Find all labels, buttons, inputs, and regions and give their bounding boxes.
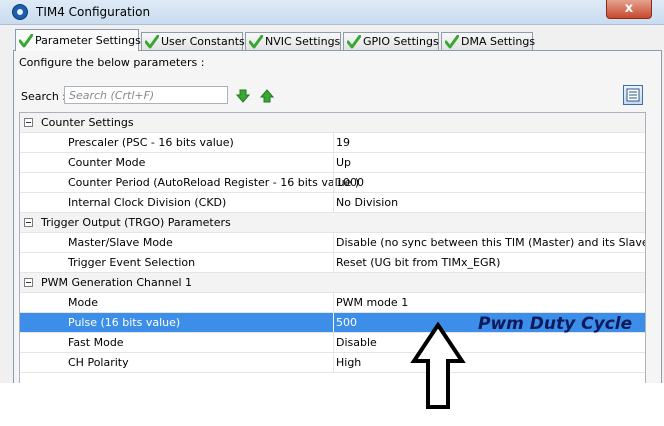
tab-dma-settings[interactable]: DMA Settings	[441, 32, 536, 50]
close-button[interactable]: x	[606, 0, 652, 19]
param-name: Trigger Event Selection	[68, 256, 196, 269]
param-value[interactable]: PWM mode 1	[333, 293, 645, 312]
list-view-button[interactable]	[623, 85, 643, 105]
param-row[interactable]: Prescaler (PSC - 16 bits value) 19	[20, 133, 645, 153]
param-row[interactable]: Master/Slave Mode Disable (no sync betwe…	[20, 233, 645, 253]
search-label: Search :	[21, 90, 66, 103]
tab-user-constants[interactable]: User Constants	[141, 32, 245, 50]
arrow-down-icon[interactable]	[236, 89, 250, 103]
param-name: Prescaler (PSC - 16 bits value)	[68, 136, 234, 149]
group-label: PWM Generation Channel 1	[41, 276, 193, 289]
param-name: Master/Slave Mode	[68, 236, 173, 249]
arrow-up-outline-icon	[410, 322, 466, 409]
param-value[interactable]: Reset (UG bit from TIMx_EGR)	[333, 253, 645, 272]
parameter-grid: Counter Settings Prescaler (PSC - 16 bit…	[19, 112, 646, 383]
param-name: Counter Period (AutoReload Register - 16…	[68, 176, 360, 189]
tab-nvic-settings[interactable]: NVIC Settings	[245, 32, 341, 50]
param-name: Counter Mode	[68, 156, 146, 169]
param-name: Mode	[68, 296, 98, 309]
param-row[interactable]: CH Polarity High	[20, 353, 645, 373]
check-icon	[445, 35, 459, 49]
param-row[interactable]: Trigger Event Selection Reset (UG bit fr…	[20, 253, 645, 273]
tab-label: DMA Settings	[461, 35, 536, 48]
tab-label: GPIO Settings	[363, 35, 439, 48]
param-row[interactable]: Mode PWM mode 1	[20, 293, 645, 313]
param-name: CH Polarity	[68, 356, 129, 369]
tab-label: Parameter Settings	[35, 34, 141, 47]
annotation-label: Pwm Duty Cycle	[478, 314, 633, 334]
arrow-up-icon[interactable]	[260, 89, 274, 103]
group-label: Trigger Output (TRGO) Parameters	[41, 216, 231, 229]
tab-label: User Constants	[161, 35, 245, 48]
param-value[interactable]: High	[333, 353, 645, 372]
tab-label: NVIC Settings	[265, 35, 341, 48]
window-title: TIM4 Configuration	[36, 5, 151, 19]
check-icon	[19, 34, 33, 48]
param-value[interactable]: Up	[333, 153, 645, 172]
collapse-icon[interactable]	[24, 118, 33, 127]
param-row[interactable]: Internal Clock Division (CKD) No Divisio…	[20, 193, 645, 213]
param-row[interactable]: Counter Period (AutoReload Register - 16…	[20, 173, 645, 193]
check-icon	[347, 35, 361, 49]
collapse-icon[interactable]	[24, 278, 33, 287]
search-input[interactable]	[64, 86, 228, 104]
group-row-pwm-generation-channel-1[interactable]: PWM Generation Channel 1	[20, 273, 645, 293]
title-bar: TIM4 Configuration x	[0, 0, 664, 25]
param-row[interactable]: Fast Mode Disable	[20, 333, 645, 353]
check-icon	[249, 35, 263, 49]
tab-gpio-settings[interactable]: GPIO Settings	[343, 32, 439, 50]
param-value[interactable]: Disable	[333, 333, 645, 352]
param-value[interactable]: No Division	[333, 193, 645, 212]
group-row-counter-settings[interactable]: Counter Settings	[20, 113, 645, 133]
param-name: Fast Mode	[68, 336, 124, 349]
param-value[interactable]: Disable (no sync between this TIM (Maste…	[333, 233, 645, 252]
param-name: Internal Clock Division (CKD)	[68, 196, 227, 209]
param-name: Pulse (16 bits value)	[68, 316, 181, 329]
collapse-icon[interactable]	[24, 218, 33, 227]
param-value[interactable]: 19	[333, 133, 645, 152]
check-icon	[145, 35, 159, 49]
param-value[interactable]: 1000	[333, 173, 645, 192]
param-row[interactable]: Counter Mode Up	[20, 153, 645, 173]
group-label: Counter Settings	[41, 116, 134, 129]
instructions-text: Configure the below parameters :	[19, 56, 205, 69]
group-row-trigger-output[interactable]: Trigger Output (TRGO) Parameters	[20, 213, 645, 233]
tab-parameter-settings[interactable]: Parameter Settings	[15, 29, 141, 51]
list-icon	[626, 88, 640, 102]
app-icon	[12, 4, 28, 20]
